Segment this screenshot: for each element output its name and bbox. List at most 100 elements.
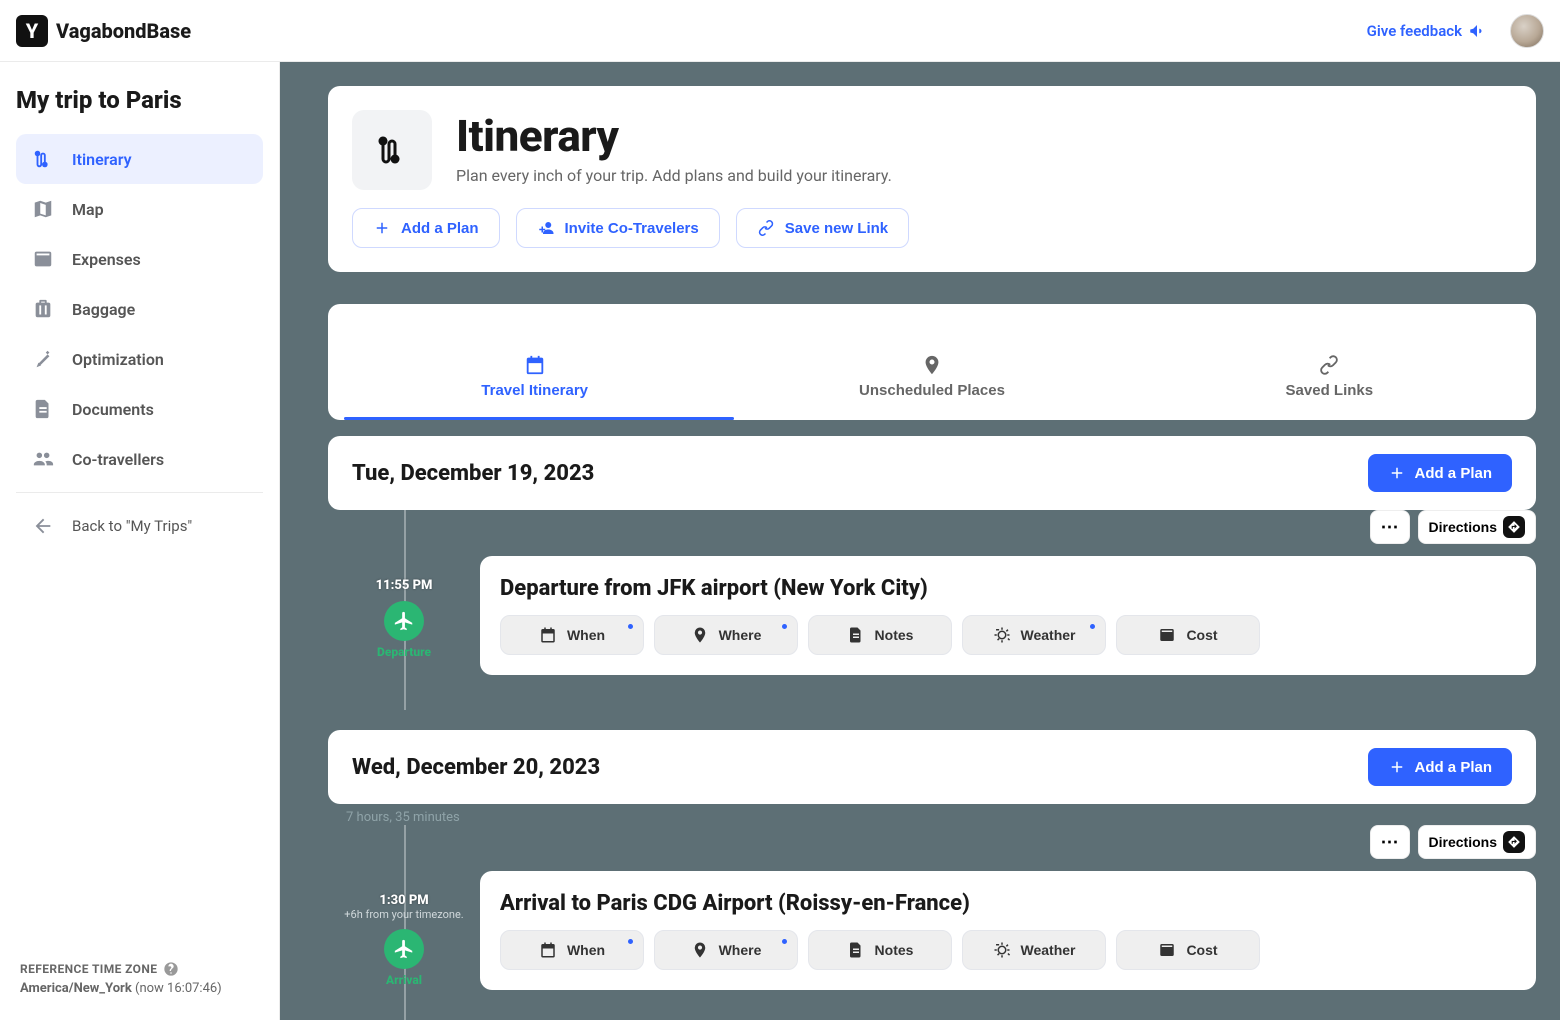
event-title: Departure from JFK airport (New York Cit… <box>500 576 1516 601</box>
chip-when[interactable]: When <box>500 615 644 655</box>
day-add-plan-button[interactable]: Add a Plan <box>1368 454 1512 492</box>
timeline-segment-1: ⋯ Directions 11:55 PM Departure Departur… <box>328 510 1536 710</box>
credit-card-icon <box>1158 626 1176 644</box>
timezone-footer: REFERENCE TIME ZONE America/New_York (no… <box>16 945 263 1020</box>
sidebar-item-baggage[interactable]: Baggage <box>16 284 263 334</box>
sidebar-item-map[interactable]: Map <box>16 184 263 234</box>
timeline-segment-2: ⋯ Directions 1:30 PM +6h from your timez… <box>328 825 1536 1020</box>
trip-title: My trip to Paris <box>16 86 263 114</box>
add-plan-button[interactable]: Add a Plan <box>352 208 500 248</box>
chip-cost[interactable]: Cost <box>1116 930 1260 970</box>
sidebar-item-label: Co-travellers <box>72 450 164 469</box>
event-directions-button[interactable]: Directions <box>1418 825 1536 859</box>
back-to-trips[interactable]: Back to "My Trips" <box>16 501 263 551</box>
button-label: Add a Plan <box>401 220 479 237</box>
event-card-arrival: Arrival to Paris CDG Airport (Roissy-en-… <box>480 871 1536 990</box>
avatar[interactable] <box>1510 14 1544 48</box>
page-subtitle: Plan every inch of your trip. Add plans … <box>456 166 892 185</box>
sidebar-item-expenses[interactable]: Expenses <box>16 234 263 284</box>
event-more-button[interactable]: ⋯ <box>1370 510 1410 544</box>
event-card-departure: Departure from JFK airport (New York Cit… <box>480 556 1536 675</box>
logo-text: VagabondBase <box>56 19 191 43</box>
megaphone-icon <box>1468 22 1486 40</box>
sidebar-item-optimization[interactable]: Optimization <box>16 334 263 384</box>
notes-icon <box>847 626 865 644</box>
logo-badge: Y <box>16 15 48 47</box>
back-label: Back to "My Trips" <box>72 517 192 535</box>
link-icon <box>757 219 775 237</box>
plus-icon <box>1388 758 1406 776</box>
people-icon <box>32 448 54 470</box>
tz-zone: America/New_York <box>20 981 132 996</box>
help-icon[interactable] <box>163 961 179 977</box>
event-kind: Arrival <box>328 973 480 987</box>
chip-where[interactable]: Where <box>654 615 798 655</box>
weather-icon <box>993 626 1011 644</box>
directions-icon <box>1503 831 1525 853</box>
tz-now: (now 16:07:46) <box>135 981 222 996</box>
tab-label: Unscheduled Places <box>859 382 1005 399</box>
tz-header: REFERENCE TIME ZONE <box>20 962 157 976</box>
tab-unscheduled-places[interactable]: Unscheduled Places <box>733 344 1130 409</box>
event-time: 11:55 PM <box>328 578 480 593</box>
credit-card-icon <box>1158 941 1176 959</box>
event-directions-button[interactable]: Directions <box>1418 510 1536 544</box>
baggage-icon <box>32 298 54 320</box>
plane-icon <box>393 938 415 960</box>
day-date: Tue, December 19, 2023 <box>352 461 594 486</box>
sidebar-item-label: Optimization <box>72 350 164 369</box>
topbar-right: Give feedback <box>1367 14 1544 48</box>
directions-icon <box>1503 516 1525 538</box>
pin-icon <box>691 941 709 959</box>
event-title: Arrival to Paris CDG Airport (Roissy-en-… <box>500 891 1516 916</box>
header-icon <box>352 110 432 190</box>
credit-card-icon <box>32 248 54 270</box>
sidebar-item-cotravellers[interactable]: Co-travellers <box>16 434 263 484</box>
chip-notes[interactable]: Notes <box>808 615 952 655</box>
chip-weather[interactable]: Weather <box>962 615 1106 655</box>
route-icon <box>32 148 54 170</box>
logo[interactable]: Y VagabondBase <box>16 15 191 47</box>
chip-cost[interactable]: Cost <box>1116 615 1260 655</box>
chip-when[interactable]: When <box>500 930 644 970</box>
event-time: 1:30 PM <box>328 893 480 908</box>
sidebar-item-label: Documents <box>72 400 154 419</box>
chip-where[interactable]: Where <box>654 930 798 970</box>
notes-icon <box>847 941 865 959</box>
tab-label: Saved Links <box>1286 382 1374 399</box>
map-icon <box>32 198 54 220</box>
invite-cotravelers-button[interactable]: Invite Co-Travelers <box>516 208 720 248</box>
give-feedback-link[interactable]: Give feedback <box>1367 22 1486 40</box>
header-card: Itinerary Plan every inch of your trip. … <box>328 86 1536 272</box>
pin-icon <box>691 626 709 644</box>
tab-travel-itinerary[interactable]: Travel Itinerary <box>336 344 733 409</box>
tab-saved-links[interactable]: Saved Links <box>1131 344 1528 409</box>
sidebar-item-documents[interactable]: Documents <box>16 384 263 434</box>
sidebar-item-label: Expenses <box>72 250 141 269</box>
calendar-icon <box>524 354 546 376</box>
chip-notes[interactable]: Notes <box>808 930 952 970</box>
sidebar-item-label: Itinerary <box>72 150 132 169</box>
tab-indicator <box>344 417 734 420</box>
duration-label: 7 hours, 35 minutes <box>328 804 1536 825</box>
day-header-1: Tue, December 19, 2023 Add a Plan <box>328 436 1536 510</box>
event-tz-offset: +6h from your timezone. <box>328 908 480 921</box>
plane-icon <box>393 610 415 632</box>
plus-icon <box>373 219 391 237</box>
link-icon <box>1318 354 1340 376</box>
directions-label: Directions <box>1429 519 1497 535</box>
topbar: Y VagabondBase Give feedback <box>0 0 1560 62</box>
weather-icon <box>993 941 1011 959</box>
event-more-button[interactable]: ⋯ <box>1370 825 1410 859</box>
button-label: Add a Plan <box>1414 759 1492 776</box>
directions-label: Directions <box>1429 834 1497 850</box>
save-link-button[interactable]: Save new Link <box>736 208 909 248</box>
person-plus-icon <box>537 219 555 237</box>
event-marker <box>384 601 424 641</box>
chip-weather[interactable]: Weather <box>962 930 1106 970</box>
day-add-plan-button[interactable]: Add a Plan <box>1368 748 1512 786</box>
sidebar-item-label: Map <box>72 200 104 219</box>
wand-icon <box>32 348 54 370</box>
sidebar-item-itinerary[interactable]: Itinerary <box>16 134 263 184</box>
page-title: Itinerary <box>456 110 892 162</box>
